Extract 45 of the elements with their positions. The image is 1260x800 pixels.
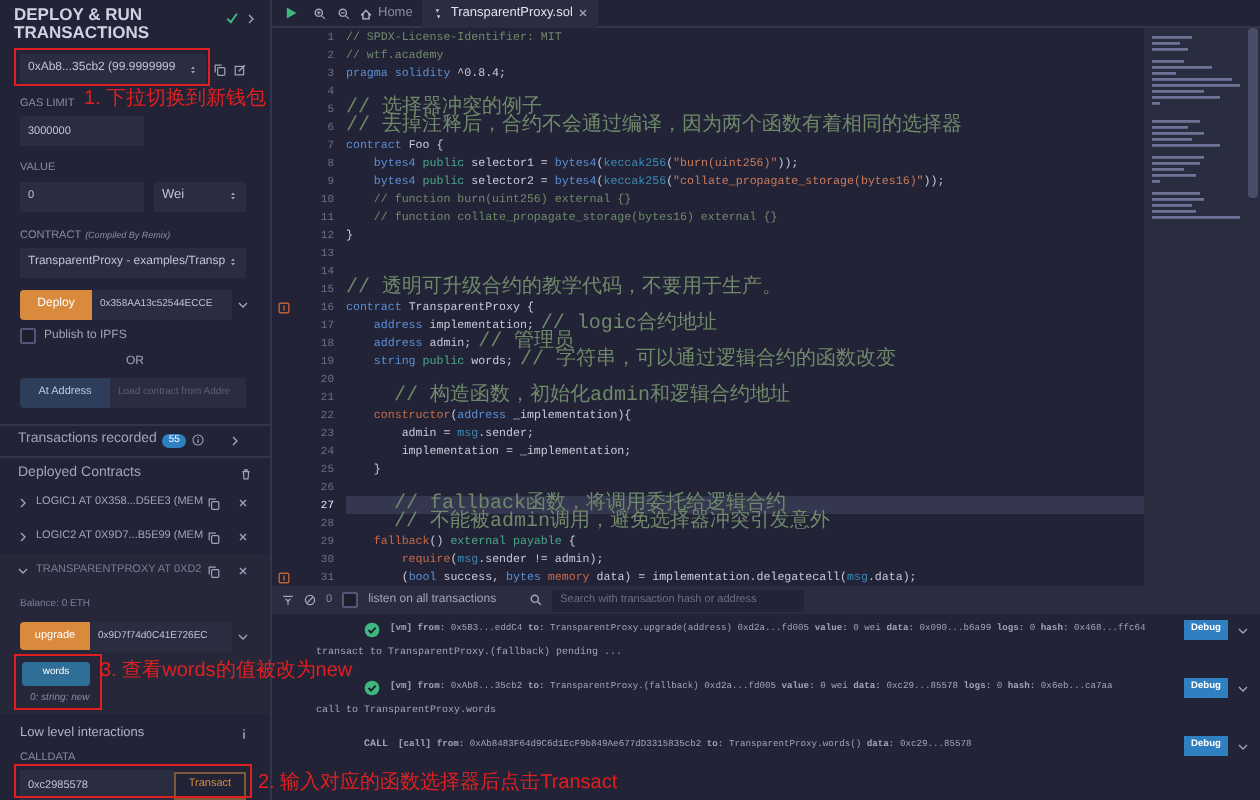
close-icon[interactable] [238,532,248,542]
file-icon [432,7,445,19]
chevron-right-icon[interactable] [18,498,28,508]
scrollbar-thumb[interactable] [1247,28,1257,198]
clear-icon[interactable] [304,594,316,606]
copy-icon[interactable] [214,63,226,75]
search-icon[interactable] [530,594,543,606]
panel-title: DEPLOY & RUN TRANSACTIONS [14,6,152,42]
success-check-icon [364,680,380,696]
home-icon [360,7,372,19]
copy-icon[interactable] [208,531,220,543]
chevron-down-icon[interactable] [1238,625,1248,635]
copy-icon[interactable] [208,497,220,509]
run-icon[interactable] [284,6,298,20]
checkbox[interactable] [342,592,359,608]
chevron-down-icon[interactable] [1238,741,1248,751]
warning-marker-icon [278,571,290,583]
zoom-in-icon[interactable] [314,7,326,19]
close-icon[interactable] [578,8,589,18]
zoom-out-icon[interactable] [338,7,350,19]
warning-marker-icon [278,301,290,313]
checkbox[interactable] [20,328,36,345]
close-icon[interactable] [238,566,248,576]
info-icon[interactable] [238,727,250,740]
copy-icon[interactable] [208,565,220,577]
chevron-down-icon[interactable] [238,299,248,310]
chevron-right-icon[interactable] [18,532,28,542]
chevron-right-icon[interactable] [246,13,256,23]
success-check-icon [364,622,380,638]
chevron-right-icon[interactable] [229,435,240,446]
up-down-icon [188,63,198,75]
highlight-frame [14,654,102,710]
close-icon[interactable] [238,498,248,508]
annotation-text: 1. 下拉切换到新钱包 [84,88,267,110]
up-down-icon [228,190,238,202]
chevron-down-icon[interactable] [1238,683,1248,693]
edit-icon[interactable] [234,63,246,75]
annotation-text: 2. 输入对应的函数选择器后点击Transact [258,772,618,794]
up-down-icon [228,256,238,269]
chevron-down-icon[interactable] [18,566,28,576]
chevron-down-icon[interactable] [238,631,248,641]
trash-icon[interactable] [240,467,252,480]
check-icon [226,12,238,24]
info-icon[interactable] [191,434,204,447]
collapse-icon[interactable] [282,594,294,606]
